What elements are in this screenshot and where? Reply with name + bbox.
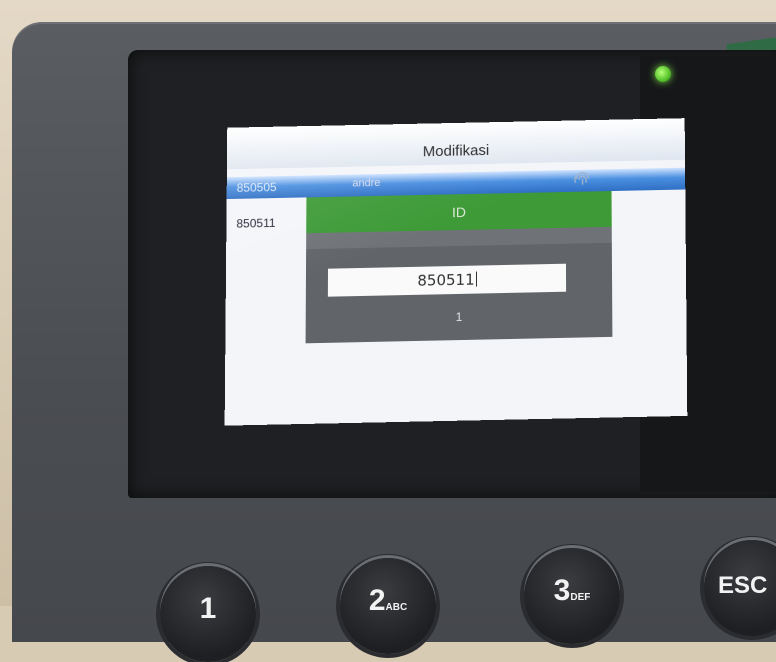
lcd-screen: Modifikasi 850505 andre 850511 ID 850511… [224,118,688,426]
user-name: andre [352,176,381,190]
key-sublabel: DEF [570,592,591,603]
key-3-button[interactable]: 3DEF [524,548,620,644]
user-id: 850511 [236,215,276,231]
screen-header: Modifikasi [226,118,686,170]
dialog-title: ID [452,204,466,221]
text-cursor [475,271,477,287]
fingerprint-icon [572,168,594,190]
key-2-button[interactable]: 2ABC [340,558,436,654]
key-1-button[interactable]: 1 [160,566,256,662]
id-input-value: 850511 [328,269,566,292]
id-edit-dialog: ID 850511 1 [305,191,613,344]
dialog-count: 1 [455,309,463,325]
key-sublabel: ABC [385,602,408,613]
key-label: 1 [199,592,217,625]
id-input-text: 850511 [417,270,475,290]
key-label: 2 [368,584,386,617]
id-input[interactable]: 850511 [327,263,567,297]
key-label: 3 [553,574,571,607]
page-title: Modifikasi [422,142,490,161]
status-led-icon [655,66,671,82]
key-label: ESC [718,572,768,599]
user-id: 850505 [236,180,277,195]
